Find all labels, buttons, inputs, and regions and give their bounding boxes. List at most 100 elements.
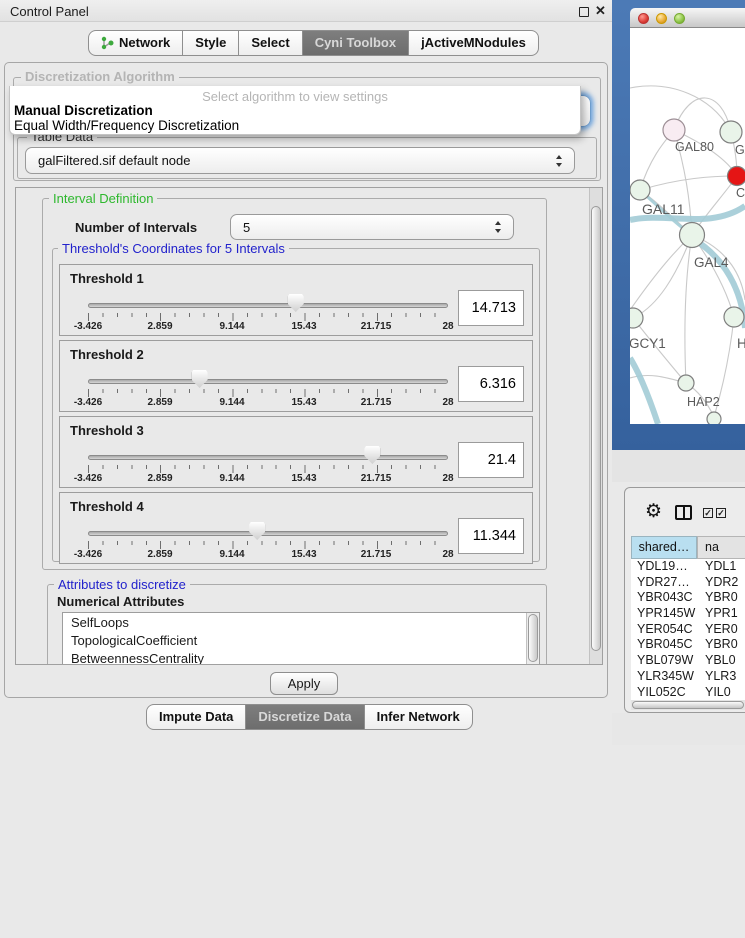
checkbox-icon[interactable]: ✓ [716,508,726,518]
slider-thumb[interactable] [192,370,208,388]
tab-jactivemnodules[interactable]: jActiveMNodules [409,30,539,56]
minimize-traffic-light-icon[interactable] [656,13,667,24]
node-selected-red[interactable] [728,167,745,186]
node-gal4[interactable] [680,223,705,248]
tick-label: 28 [442,397,453,408]
network-window-titlebar[interactable] [630,8,745,28]
table-toolbar: ⚙ ✓ ✓ [625,488,745,536]
cell[interactable]: YER054C [631,622,697,638]
tick-label: -3.426 [74,473,102,484]
bottom-tab-bar: Impute Data Discretize Data Infer Networ… [146,704,473,730]
table-row[interactable]: YDR27…YDR2 [631,575,745,591]
cell[interactable]: YBL079W [631,653,697,669]
main-scrollbar[interactable] [589,188,602,664]
table-row[interactable]: YBR045CYBR0 [631,637,745,653]
float-window-icon[interactable] [579,7,589,17]
cell[interactable]: YIL0 [697,685,745,701]
tab-network[interactable]: Network [88,30,183,56]
scrollbar-thumb[interactable] [591,206,601,651]
list-item[interactable]: TopologicalCoefficient [63,631,539,649]
network-view-canvas[interactable]: GAL80 GA C GAL11 GAL4 GCY1 H HAP2 [630,28,745,424]
threshold-4-slider[interactable]: -3.426 2.859 9.144 15.43 21.715 28 [88,493,448,565]
slider-track[interactable] [88,303,448,308]
slider-thumb[interactable] [249,522,265,540]
cell[interactable]: YBL0 [697,653,745,669]
tab-impute-data[interactable]: Impute Data [146,704,246,730]
threshold-1-slider[interactable]: -3.426 2.859 9.144 15.43 21.715 28 [88,265,448,337]
tab-select[interactable]: Select [239,30,302,56]
apply-button[interactable]: Apply [270,672,338,695]
table-row[interactable]: YBL079WYBL0 [631,653,745,669]
list-item[interactable]: BetweennessCentrality [63,649,539,665]
cell[interactable]: YBR045C [631,637,697,653]
table-horizontal-scrollbar[interactable] [631,700,745,710]
threshold-2-value-field[interactable]: 6.316 [458,366,524,402]
cell[interactable]: YDL19… [631,559,697,575]
list-scrollbar[interactable] [526,613,539,665]
cell[interactable]: YDR27… [631,575,697,591]
node[interactable] [720,121,742,143]
numerical-attributes-list[interactable]: SelfLoops TopologicalCoefficient Between… [62,612,540,665]
slider-thumb[interactable] [288,294,304,312]
scrollbar-thumb[interactable] [528,614,538,662]
table-row[interactable]: YDL19…YDL1 [631,559,745,575]
node-gcy1[interactable] [630,308,643,328]
tab-style[interactable]: Style [183,30,239,56]
slider-thumb[interactable] [364,446,380,464]
tab-discretize-data[interactable]: Discretize Data [246,704,364,730]
list-item[interactable]: SelfLoops [63,613,539,631]
threshold-1-value-field[interactable]: 14.713 [458,290,524,326]
cell[interactable]: YBR0 [697,637,745,653]
cell[interactable]: YPR1 [697,606,745,622]
table-data-combobox[interactable]: galFiltered.sif default node [25,147,575,174]
zoom-traffic-light-icon[interactable] [674,13,685,24]
cell[interactable]: YPR145W [631,606,697,622]
threshold-3-value-field[interactable]: 21.4 [458,442,524,478]
cell[interactable]: YDR2 [697,575,745,591]
table-row[interactable]: YPR145WYPR1 [631,606,745,622]
table-row[interactable]: YER054CYER0 [631,622,745,638]
dropdown-option-equal-width[interactable]: Equal Width/Frequency Discretization [14,118,239,133]
threshold-2-slider[interactable]: -3.426 2.859 9.144 15.43 21.715 28 [88,341,448,413]
thresholds-group-title: Threshold's Coordinates for 5 Intervals [58,241,289,256]
tab-infer-network[interactable]: Infer Network [365,704,473,730]
algorithm-dropdown-popup: Select algorithm to view settings Manual… [9,86,581,135]
cell[interactable]: YER0 [697,622,745,638]
table-row[interactable]: YBR043CYBR0 [631,590,745,606]
table-row[interactable]: YLR345WYLR3 [631,669,745,685]
dropdown-option-manual[interactable]: Manual Discretization [14,103,153,118]
node[interactable] [707,412,721,424]
slider-track[interactable] [88,531,448,536]
node-gal11[interactable] [630,180,650,200]
cell[interactable]: YIL052C [631,685,697,701]
scrollbar-thumb[interactable] [632,701,744,709]
node[interactable] [724,307,744,327]
node-hap2[interactable] [678,375,694,391]
node-label-gal4: GAL4 [694,255,729,270]
node-gal80[interactable] [663,119,685,141]
tick-label: 28 [442,473,453,484]
table-body[interactable]: YDL19…YDL1 YDR27…YDR2 YBR043CYBR0 YPR145… [631,559,745,700]
threshold-3-slider[interactable]: -3.426 2.859 9.144 15.43 21.715 28 [88,417,448,489]
checkbox-icon[interactable]: ✓ [703,508,713,518]
cell[interactable]: YLR3 [697,669,745,685]
tab-cyni-toolbox[interactable]: Cyni Toolbox [303,30,409,56]
split-columns-icon[interactable] [675,505,692,520]
close-traffic-light-icon[interactable] [638,13,649,24]
column-header-name[interactable]: na [697,536,745,559]
cell[interactable]: YDL1 [697,559,745,575]
slider-track[interactable] [88,379,448,384]
number-of-intervals-spinner[interactable]: 5 [230,214,514,240]
close-icon[interactable]: ✕ [595,3,606,19]
slider-major-ticks [88,465,449,473]
slider-track[interactable] [88,455,448,460]
tick-label: 28 [442,549,453,560]
cell[interactable]: YBR043C [631,590,697,606]
threshold-4-value-field[interactable]: 11.344 [458,518,524,554]
cell[interactable]: YLR345W [631,669,697,685]
column-header-shared[interactable]: shared… [631,536,697,559]
cell[interactable]: YBR0 [697,590,745,606]
table-row[interactable]: YIL052CYIL0 [631,685,745,701]
gear-icon[interactable]: ⚙ [645,500,662,523]
interval-definition-title: Interval Definition [49,191,157,206]
